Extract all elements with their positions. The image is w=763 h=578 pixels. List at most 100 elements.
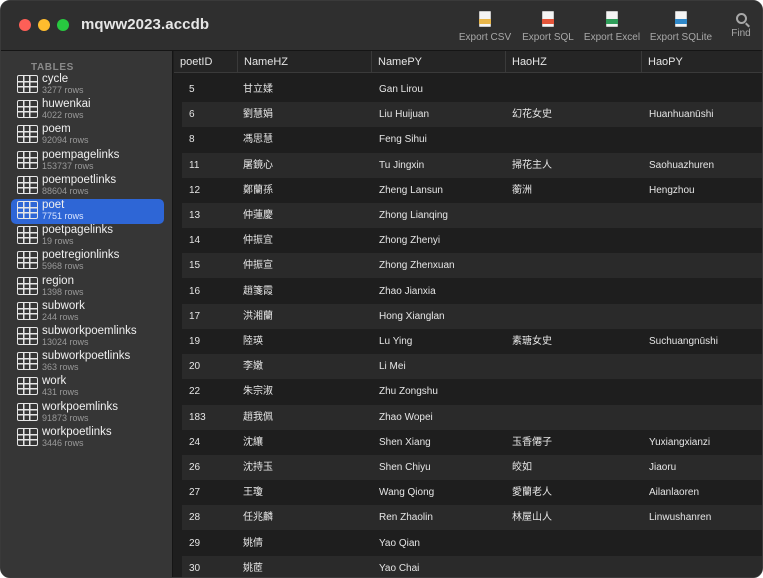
export-sqlite-button[interactable]: Export SQLite (649, 9, 713, 47)
column-header-poetid[interactable]: poetID (174, 51, 237, 73)
sidebar-item-region[interactable]: region 1398 rows (11, 275, 164, 300)
sidebar-item-poempoetlinks[interactable]: poempoetlinks 88604 rows (11, 174, 164, 199)
table-row[interactable]: 5 甘立媃 Gan Lirou (182, 77, 762, 102)
sidebar-item-huwenkai[interactable]: huwenkai 4022 rows (11, 98, 164, 123)
sidebar-item-poet[interactable]: poet 7751 rows (11, 199, 164, 224)
column-header-haohz[interactable]: HaoHZ (505, 51, 641, 73)
sidebar-item-label: poetregionlinks (42, 249, 120, 262)
cell-haohz (512, 304, 645, 329)
sidebar-item-work[interactable]: work 431 rows (11, 375, 164, 400)
cell-haopy (649, 379, 759, 404)
cell-haohz (512, 127, 645, 152)
cell-namepy: Ren Zhaolin (379, 512, 433, 524)
cell-haopy (649, 228, 759, 253)
sidebar-item-workpoemlinks[interactable]: workpoemlinks 91873 rows (11, 401, 164, 426)
table-header: poetID NameHZ NamePY HaoHZ HaoPY (174, 51, 762, 73)
sidebar-item-rowcount: 92094 rows (42, 135, 89, 146)
sidebar-item-rowcount: 431 rows (42, 387, 79, 398)
export-sql-button[interactable]: Export SQL (521, 9, 575, 47)
export-csv-button[interactable]: Export CSV (459, 9, 511, 47)
close-window-button[interactable] (19, 19, 31, 31)
table-row[interactable]: 27 王瓊 Wang Qiong 愛蘭老人 Ailanlaoren (182, 480, 762, 505)
sidebar-item-label: workpoetlinks (42, 425, 112, 438)
cell-haopy (649, 203, 759, 228)
sidebar-header: TABLES (31, 62, 74, 73)
table-row[interactable]: 11 屠鏡心 Tu Jingxin 掃花主人 Saohuazhuren (182, 152, 762, 178)
table-row[interactable]: 15 仲振宣 Zhong Zhenxuan (182, 253, 762, 279)
table-row[interactable]: 12 鄭蘭孫 Zheng Lansun 蘅洲 Hengzhou (182, 178, 762, 203)
table-row[interactable]: 29 姚倩 Yao Qian (182, 531, 762, 556)
cell-poetid: 6 (189, 109, 195, 121)
sidebar-item-rowcount: 1398 rows (42, 286, 84, 297)
cell-haohz (512, 279, 645, 304)
cell-namepy: Li Mei (379, 361, 406, 373)
cell-haopy (649, 531, 759, 556)
cell-namepy: Zheng Lansun (379, 184, 443, 196)
find-button[interactable]: Find (728, 9, 754, 47)
table-row[interactable]: 17 洪湘蘭 Hong Xianglan (182, 303, 762, 329)
cell-namepy: Shen Chiyu (379, 462, 431, 473)
sidebar-item-label: huwenkai (42, 98, 91, 111)
cell-haopy (649, 556, 759, 577)
cell-namehz: 屠鏡心 (243, 159, 273, 171)
cell-haopy (649, 253, 759, 278)
cell-haopy (649, 279, 759, 304)
sidebar-item-label: poem (42, 123, 71, 136)
sidebar-item-poempagelinks[interactable]: poempagelinks 153737 rows (11, 149, 164, 174)
sidebar-item-subworkpoetlinks[interactable]: subworkpoetlinks 363 rows (11, 350, 164, 375)
table-row[interactable]: 183 趙我佩 Zhao Wopei (182, 404, 762, 430)
sidebar-item-cycle[interactable]: cycle 3277 rows (11, 73, 164, 98)
table-icon (17, 201, 38, 219)
sidebar-item-poetpagelinks[interactable]: poetpagelinks 19 rows (11, 224, 164, 249)
sidebar-item-label: workpoemlinks (42, 400, 119, 413)
table-row[interactable]: 20 李嫩 Li Mei (182, 354, 762, 380)
sidebar-item-label: poempoetlinks (42, 173, 117, 186)
excel-file-icon (606, 11, 618, 27)
table-row[interactable]: 13 仲蓮慶 Zhong Lianqing (182, 203, 762, 228)
table-row[interactable]: 6 劉慧娟 Liu Huijuan 幻花女史 Huanhuanūshi (182, 102, 762, 128)
table-row[interactable]: 14 仲振宜 Zhong Zhenyi (182, 228, 762, 253)
zoom-window-button[interactable] (57, 19, 69, 31)
cell-haopy (649, 127, 759, 152)
table-row[interactable]: 24 沈纕 Shen Xiang 玉香僊子 Yuxiangxianzi (182, 430, 762, 455)
export-excel-button[interactable]: Export Excel (583, 9, 641, 47)
table-icon (17, 327, 38, 345)
cell-namepy: Wang Qiong (379, 487, 435, 499)
cell-poetid: 12 (189, 184, 201, 196)
column-header-haopy[interactable]: HaoPY (641, 51, 762, 73)
cell-poetid: 24 (189, 436, 201, 448)
cell-haohz: 愛蘭老人 (512, 487, 552, 499)
cell-poetid: 15 (189, 260, 201, 272)
sidebar-item-subworkpoemlinks[interactable]: subworkpoemlinks 13024 rows (11, 325, 164, 350)
table-icon (17, 125, 38, 144)
sidebar-item-poem[interactable]: poem 92094 rows (11, 123, 164, 148)
column-header-namepy[interactable]: NamePY (371, 51, 505, 73)
sidebar-item-poetregionlinks[interactable]: poetregionlinks 5968 rows (11, 249, 164, 274)
minimize-window-button[interactable] (38, 19, 50, 31)
table-row[interactable]: 26 沈持玉 Shen Chiyu 皎如 Jiaoru (182, 455, 762, 480)
cell-namepy: Gan Lirou (379, 84, 423, 95)
cell-namehz: 任兆麟 (243, 512, 273, 524)
cell-namehz: 甘立媃 (243, 84, 273, 95)
cell-poetid: 8 (189, 134, 195, 146)
cell-poetid: 19 (189, 336, 201, 347)
table-row[interactable]: 28 任兆麟 Ren Zhaolin 林屋山人 Linwushanren (182, 505, 762, 531)
cell-namepy: Yao Chai (379, 562, 420, 574)
cell-namepy: Zhong Zhenxuan (379, 260, 455, 272)
sidebar-item-workpoetlinks[interactable]: workpoetlinks 3446 rows (11, 426, 164, 451)
sidebar: TABLES cycle 3277 rows huwenkai 4022 rows po… (1, 51, 173, 577)
table-row[interactable]: 19 陸瑛 Lu Ying 素瑭女史 Suchuangnūshi (182, 329, 762, 354)
sqlite-file-icon (675, 11, 687, 27)
table-row[interactable]: 30 姚茝 Yao Chai (182, 555, 762, 577)
cell-haohz (512, 228, 645, 253)
table-row[interactable]: 22 朱宗淑 Zhu Zongshu (182, 379, 762, 404)
table-icon (17, 377, 38, 396)
sidebar-item-label: subworkpoemlinks (42, 325, 137, 337)
sidebar-item-subwork[interactable]: subwork 244 rows (11, 300, 164, 325)
cell-haohz (512, 253, 645, 278)
table-icon (17, 226, 38, 245)
table-row[interactable]: 16 趙箋霞 Zhao Jianxia (182, 279, 762, 304)
column-header-namehz[interactable]: NameHZ (237, 51, 371, 73)
table-row[interactable]: 8 馮思慧 Feng Sihui (182, 127, 762, 152)
cell-namehz: 馮思慧 (243, 134, 273, 146)
